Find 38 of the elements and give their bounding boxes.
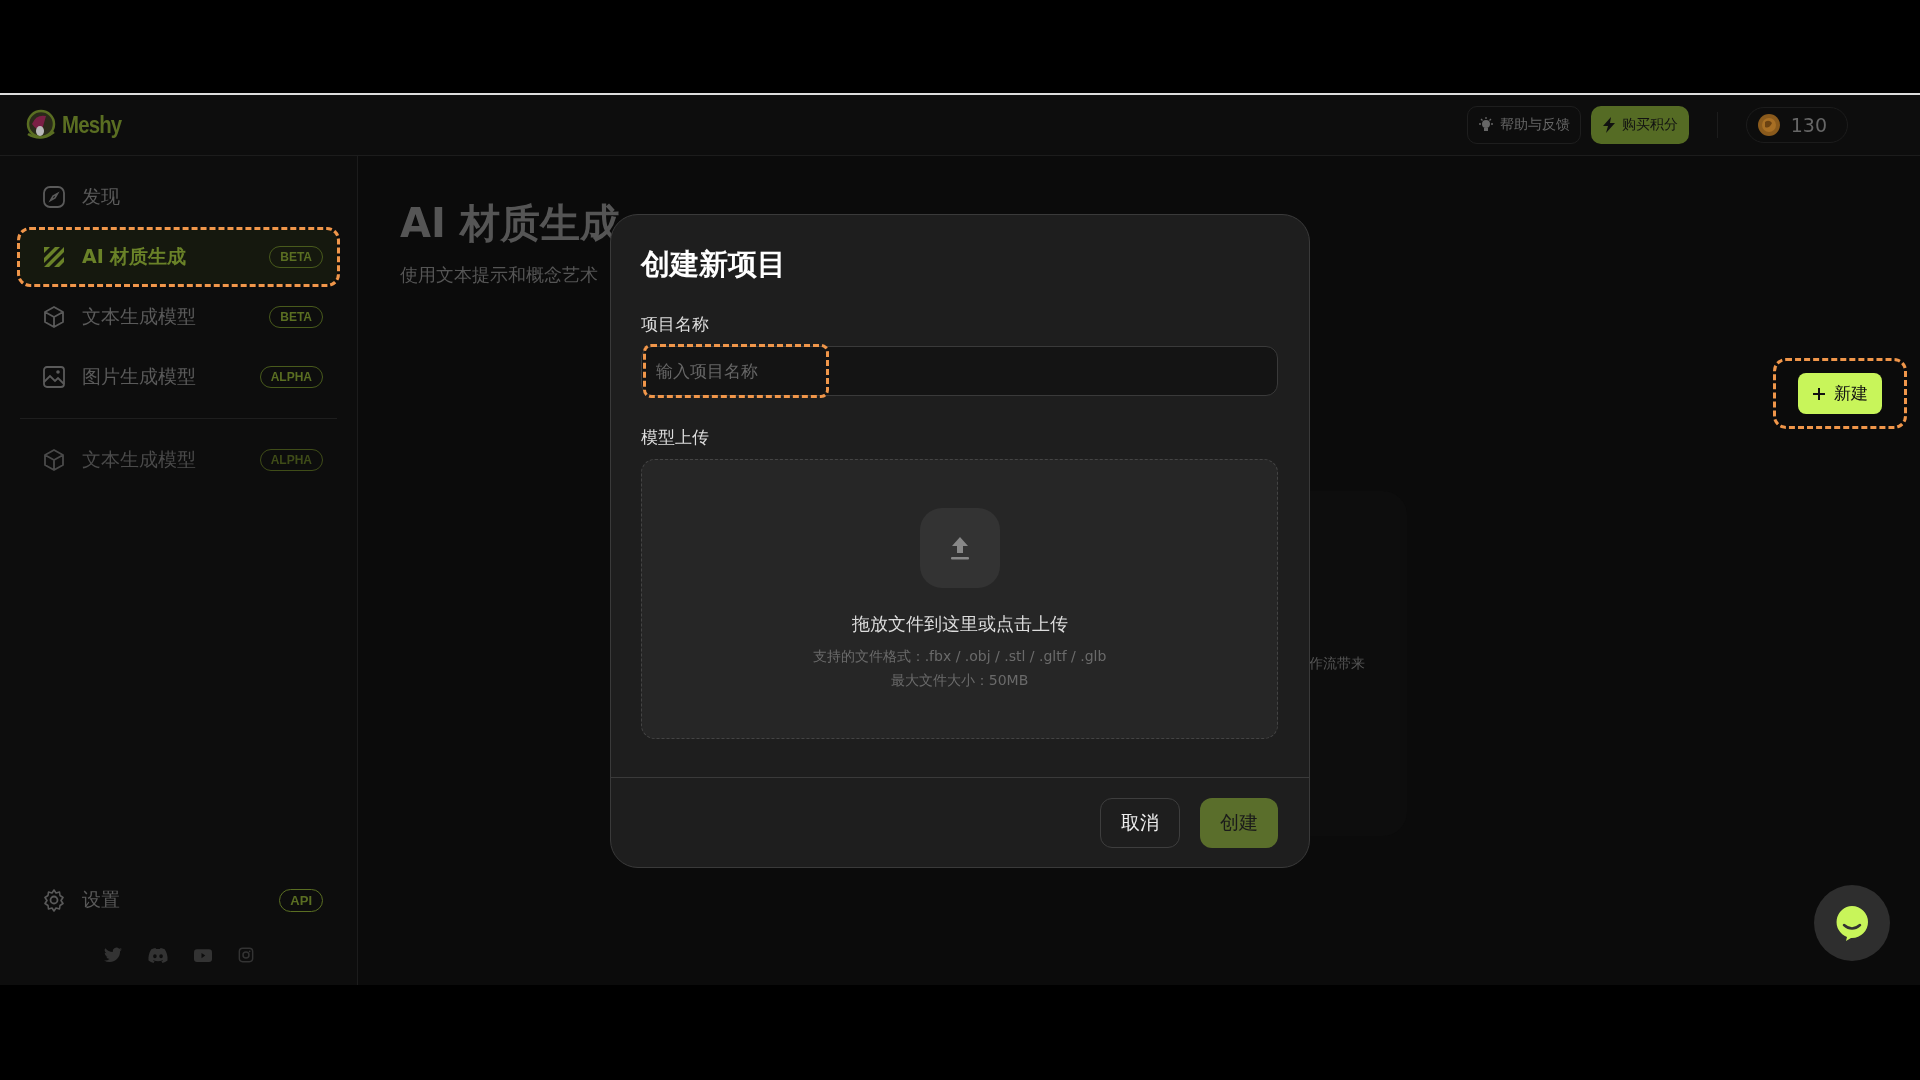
- settings-icon: [42, 888, 66, 912]
- sidebar-item[interactable]: 发现: [20, 170, 337, 224]
- field-label: 项目名称: [641, 313, 710, 336]
- cube-icon: [42, 448, 66, 472]
- page-subtitle: 使用文本提示和概念艺术: [400, 263, 598, 287]
- drop-title: 拖放文件到这里或点击上传: [851, 612, 1068, 636]
- cancel-button[interactable]: 取消: [1100, 797, 1180, 848]
- upload-icon: [919, 508, 1000, 588]
- buy-credits-button[interactable]: 购买积分: [1590, 106, 1689, 144]
- coin-icon: [1756, 113, 1781, 137]
- sidebar-item[interactable]: 图片生成模型 ALPHA: [20, 350, 337, 404]
- new-button[interactable]: 新建: [1798, 373, 1882, 414]
- twitter-icon[interactable]: [103, 947, 122, 963]
- compass-icon: [42, 185, 66, 209]
- image-icon: [42, 365, 66, 389]
- field-label: 模型上传: [641, 426, 710, 449]
- format-hint: 支持的文件格式：.fbx / .obj / .stl / .gltf / .glb: [812, 648, 1107, 666]
- help-button[interactable]: 帮助与反馈: [1466, 106, 1581, 144]
- camera-icon[interactable]: [237, 947, 254, 963]
- input-field[interactable]: 输入项目名称: [641, 346, 1278, 396]
- settings-item[interactable]: 设置 API: [20, 873, 337, 927]
- sidebar-item[interactable]: 文本生成模型 ALPHA: [20, 433, 337, 487]
- stripes-icon: [42, 245, 66, 269]
- lightbulb-icon: [1477, 117, 1494, 133]
- logo-text[interactable]: Meshy: [62, 111, 122, 139]
- size-hint: 最大文件大小：50MB: [890, 672, 1029, 690]
- create-button[interactable]: 创建: [1200, 797, 1278, 848]
- cube-icon: [42, 305, 66, 329]
- dialog-title: 创建新项目: [641, 246, 787, 283]
- sidebar-item[interactable]: AI 材质生成 BETA: [20, 230, 337, 284]
- logo-icon: [24, 108, 58, 142]
- card-text: 作流带来: [1309, 654, 1365, 673]
- discord-icon[interactable]: [147, 947, 168, 963]
- plus-icon: [1812, 386, 1826, 401]
- sidebar-item[interactable]: 文本生成模型 BETA: [20, 290, 337, 344]
- lightning-icon: [1601, 117, 1616, 133]
- video-play-icon[interactable]: [193, 948, 212, 962]
- drop-zone[interactable]: 拖放文件到这里或点击上传 支持的文件格式：.fbx / .obj / .stl / .gltf / .glb 最大文件大小：50MB: [641, 459, 1278, 739]
